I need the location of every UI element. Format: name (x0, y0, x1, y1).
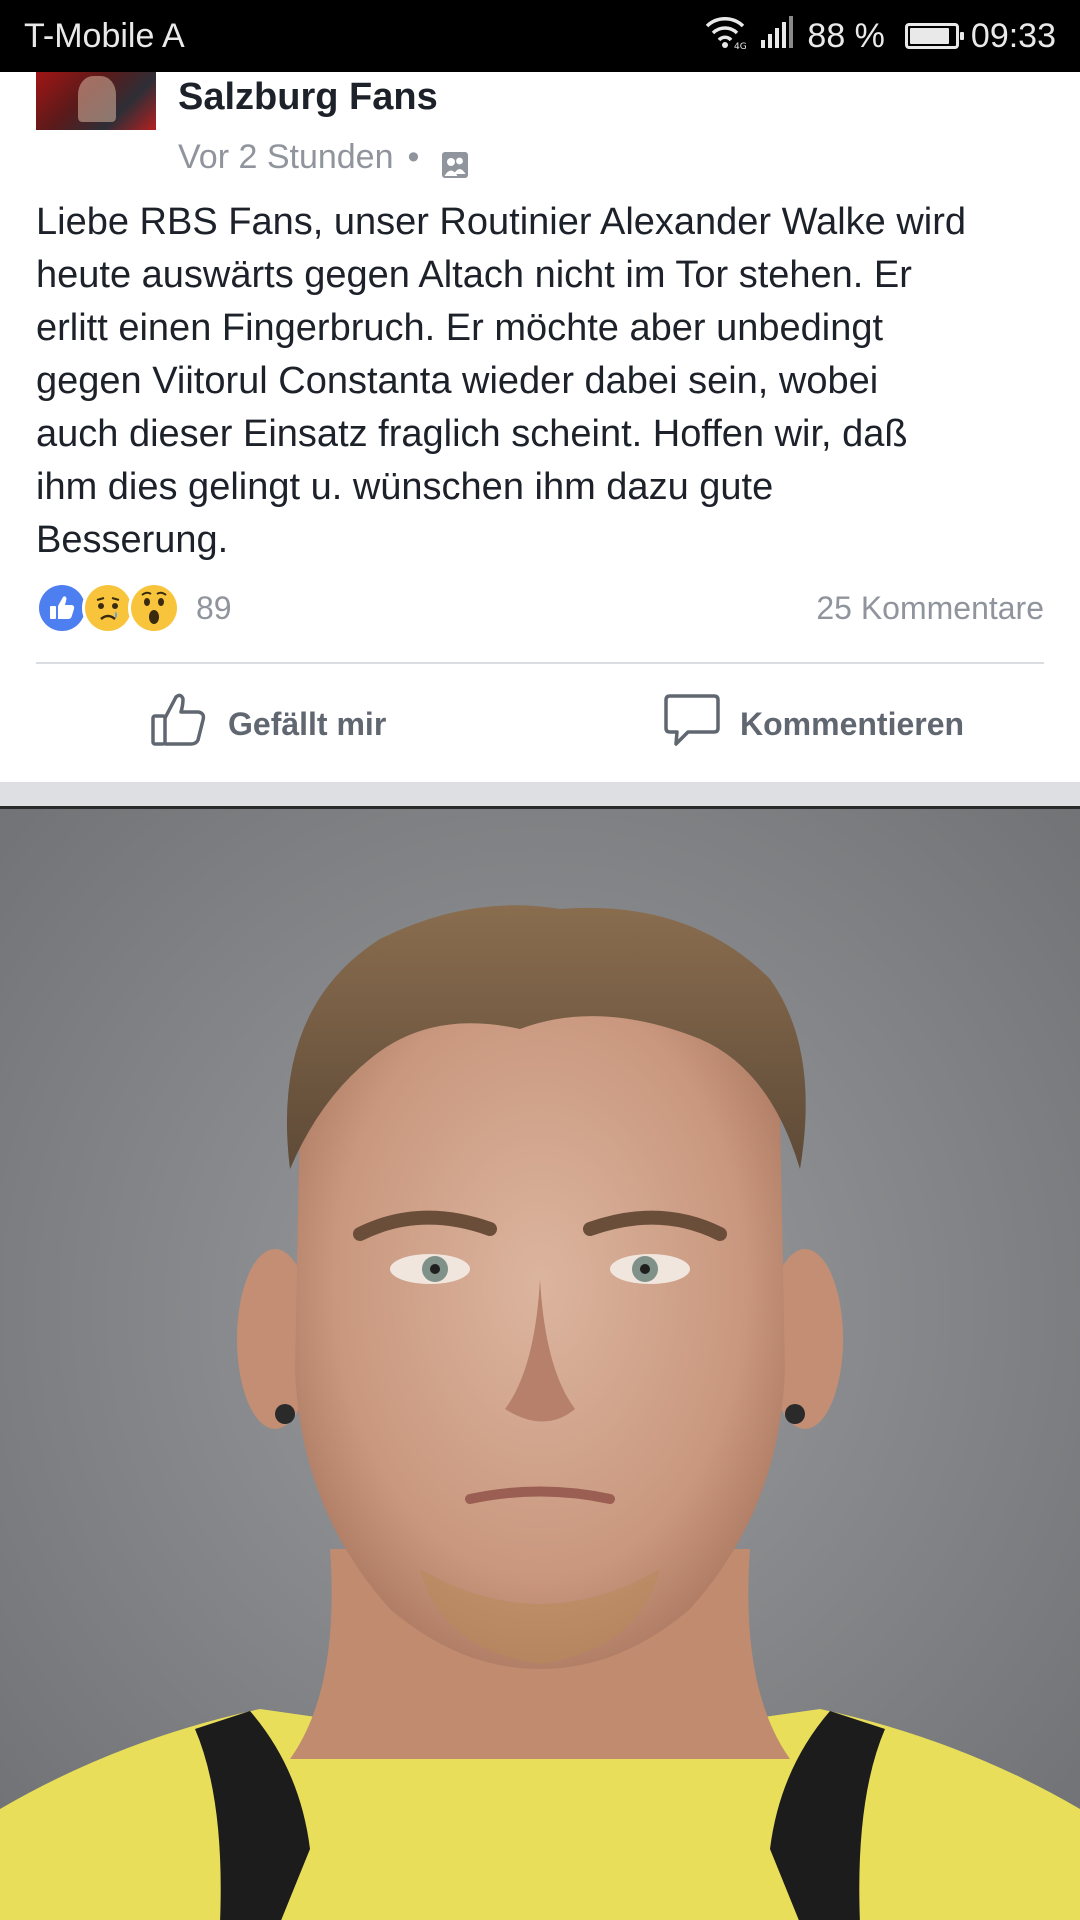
meta-separator: • (407, 138, 420, 176)
like-button[interactable]: Gefällt mir (150, 688, 386, 760)
page-avatar[interactable] (36, 72, 156, 130)
page-name[interactable]: Salzburg Fans (178, 72, 438, 122)
post-text: Liebe RBS Fans, unser Routinier Alexande… (36, 201, 967, 561)
action-divider (36, 662, 1044, 664)
comment-bubble-icon (662, 690, 722, 758)
like-button-label: Gefällt mir (228, 705, 387, 742)
like-reaction-icon (36, 582, 88, 634)
battery-percent: 88 % (807, 17, 885, 55)
clock: 09:33 (970, 17, 1056, 55)
post-photo[interactable] (0, 806, 1080, 1920)
reaction-count: 89 (196, 589, 232, 626)
battery-icon (904, 23, 964, 49)
reactions-summary[interactable]: 89 (36, 582, 232, 634)
group-audience-icon (441, 143, 469, 178)
post-timestamp[interactable]: Vor 2 Stunden (178, 132, 394, 182)
signal-icon (759, 15, 795, 57)
feed-separator (0, 782, 1080, 806)
carrier-name: T-Mobile A (24, 17, 185, 55)
battery-fill (909, 28, 949, 44)
player-portrait-image (0, 809, 1080, 1920)
comment-button-label: Kommentieren (740, 705, 965, 742)
comment-button[interactable]: Kommentieren (662, 688, 964, 760)
svg-text:4G: 4G (734, 42, 747, 50)
wifi-icon: 4G (703, 14, 747, 59)
comment-count-link[interactable]: 25 Kommentare (816, 582, 1044, 634)
thumbs-up-icon (150, 690, 210, 758)
status-icons: 4G 88 % 09:33 (703, 14, 1056, 58)
status-bar: T-Mobile A 4G 88 % 09:33 (0, 0, 1080, 72)
wow-reaction-icon (128, 582, 180, 634)
post-meta: Vor 2 Stunden • (178, 132, 469, 182)
sad-reaction-icon (82, 582, 134, 634)
post-card: Salzburg Fans Vor 2 Stunden • Liebe RBS … (0, 72, 1080, 782)
